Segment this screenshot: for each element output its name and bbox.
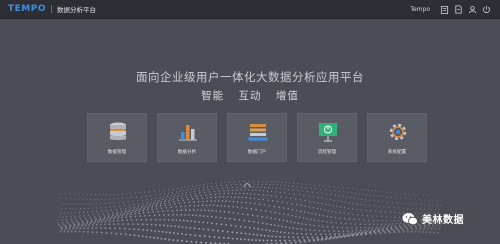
user-name[interactable]: Tempo: [410, 6, 430, 13]
gear-icon: [389, 123, 407, 141]
card-system-config[interactable]: 系统配置: [367, 113, 427, 162]
wechat-icon: [402, 212, 418, 225]
clipboard-icon[interactable]: [438, 3, 450, 15]
card-label: 数据门户: [247, 150, 267, 155]
presentation-icon: [319, 123, 337, 142]
top-right-tools: Tempo: [410, 3, 492, 15]
module-cards: 数据管理 数据分析 数据门户 流程管理 系统配置: [87, 113, 427, 163]
top-bar: TEMPO 数据分析平台 Tempo: [0, 0, 500, 19]
database-icon: [110, 122, 126, 141]
card-data-management[interactable]: 数据管理: [87, 113, 147, 162]
card-label: 数据分析: [177, 150, 197, 155]
card-process-management[interactable]: 流程管理: [297, 113, 357, 162]
user-icon[interactable]: [466, 3, 478, 15]
logo: TEMPO: [8, 4, 46, 14]
brand[interactable]: TEMPO 数据分析平台: [8, 4, 96, 14]
app-title: 数据分析平台: [57, 6, 96, 14]
power-icon[interactable]: [480, 3, 492, 15]
document-icon[interactable]: [452, 3, 464, 15]
portal-icon: [248, 124, 268, 141]
logo-divider: [51, 5, 52, 13]
card-label: 数据管理: [107, 150, 127, 155]
slogan: 面向企业级用户一体化大数据分析应用平台: [136, 70, 364, 84]
card-data-portal[interactable]: 数据门户: [227, 113, 287, 162]
watermark: 美林数据: [402, 211, 464, 226]
bar-chart-icon: [179, 125, 197, 141]
watermark-text: 美林数据: [422, 215, 464, 226]
card-label: 系统配置: [387, 150, 407, 155]
card-data-analysis[interactable]: 数据分析: [157, 113, 217, 162]
sub-slogan: 智能 互动 增值: [201, 90, 299, 102]
card-label: 流程管理: [317, 150, 337, 155]
